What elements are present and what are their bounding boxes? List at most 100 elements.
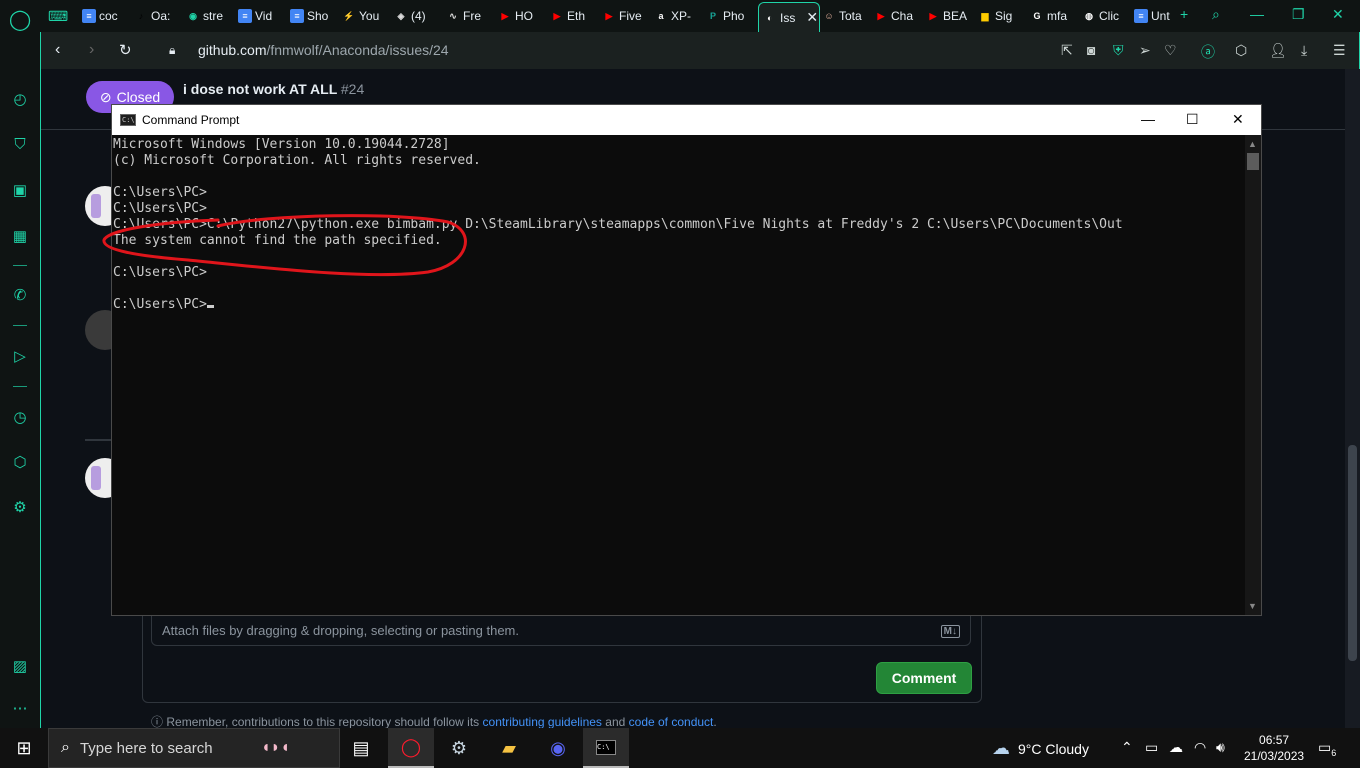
tab-15[interactable]: ☺ Tota [822,4,872,28]
speed-dial-icon[interactable]: ◴ [9,88,31,110]
youtube-icon: ▶ [553,10,561,21]
tab-8[interactable]: ∿ Fre [446,4,496,28]
volume-icon[interactable]: 🔊︎ [1216,739,1225,756]
scroll-up-icon[interactable]: ▲ [1248,139,1257,149]
tab-label: You [359,9,380,23]
show-hidden-icons-icon[interactable]: ⌃ [1121,739,1133,756]
flag-icon: ▆ [981,10,989,21]
url-field[interactable]: github.com/fnmwolf/Anaconda/issues/24 [198,42,449,58]
cmd-scrollbar-thumb[interactable] [1247,153,1259,170]
tab-7[interactable]: ◈ (4) [394,4,444,28]
page-scrollbar[interactable] [1345,69,1360,728]
console-output[interactable]: Microsoft Windows [Version 10.0.19044.27… [113,137,1243,613]
tab-1[interactable]: ≡ coc [82,4,132,28]
cmd-titlebar[interactable]: C:\ Command Prompt — ☐ ✕ [112,105,1261,135]
globe-icon: ◍ [1085,10,1093,21]
cmd-minimize-icon[interactable]: — [1141,111,1155,127]
minimize-icon[interactable]: — [1250,6,1264,22]
shield-icon[interactable]: ⛨ [1113,42,1124,59]
settings-icon[interactable]: ⚙ [9,496,31,518]
tab-14[interactable]: ◐ Iss ✕ [758,2,820,32]
tab-21[interactable]: ≡ Unt [1134,4,1184,28]
stream-icon: ◉ [189,10,197,21]
amazon-icon: a [658,11,664,21]
more-icon[interactable]: ⋯ [9,697,31,719]
cmd-close-icon[interactable]: ✕ [1232,111,1244,128]
meet-icon[interactable]: ▭ [1145,739,1158,756]
extensions-icon[interactable]: ⬡ [1235,42,1247,59]
tab-label: Unt [1151,9,1170,23]
doc-icon: ≡ [238,9,252,23]
cmd-taskbar-icon[interactable]: C:\ [583,728,629,768]
attach-files-area[interactable]: Attach files by dragging & dropping, sel… [151,614,971,646]
cube-icon[interactable]: ⬡ [9,451,31,473]
opera-taskbar-icon[interactable]: ◯ [388,728,434,768]
task-view-icon[interactable]: ▤ [338,728,384,768]
twitch-icon[interactable]: ▣ [9,179,31,201]
close-tab-icon[interactable]: ✕ [806,9,818,26]
onedrive-icon[interactable]: ☁ [1169,739,1183,756]
tab-4[interactable]: ≡ Vid [238,4,288,28]
scroll-down-icon[interactable]: ▼ [1248,601,1257,611]
cmd-scrollbar[interactable]: ▲ ▼ [1245,135,1261,615]
contributing-guidelines-link[interactable]: contributing guidelines [483,715,602,729]
cmd-maximize-icon[interactable]: ☐ [1186,111,1199,128]
profile-icon[interactable]: 👤︎ [1269,42,1287,59]
tab-13[interactable]: P Pho [706,4,756,28]
tab-19[interactable]: Gmfa [1030,4,1080,28]
status-label: Closed [116,89,161,105]
menu-icon[interactable]: ☰ [1333,42,1346,59]
tab-2[interactable]: ♪ Oa: [134,4,184,28]
tab-label: Cha [891,9,914,23]
news-icon[interactable]: ▦ [9,225,31,247]
tab-16[interactable]: ▶ Cha [874,4,924,28]
sidebar-separator [13,386,27,387]
tab-3[interactable]: ◉ stre [186,4,236,28]
tab-5[interactable]: ≡ Sho [290,4,340,28]
close-window-icon[interactable]: ✕ [1332,6,1344,23]
send-icon[interactable]: ➢ [1139,42,1151,59]
tab-search-icon[interactable]: ⌕ [1212,6,1220,23]
opera-logo-icon[interactable]: ◯ [9,8,31,31]
reload-icon[interactable]: ↻ [119,41,132,59]
tab-9[interactable]: ▶ HO [498,4,548,28]
scrollbar-thumb[interactable] [1348,445,1357,661]
code-of-conduct-link[interactable]: code of conduct [629,715,714,729]
command-prompt-window[interactable]: C:\ Command Prompt — ☐ ✕ Microsoft Windo… [111,104,1262,616]
tab-11[interactable]: ▶ Five [602,4,652,28]
player-icon[interactable]: ▷ [9,345,31,367]
taskbar-search[interactable]: ⌕ Type here to search ◖◗◖ [48,728,340,768]
new-tab-button[interactable]: + [1180,6,1188,22]
share-icon[interactable]: ⇱ [1061,42,1073,59]
discord-icon[interactable]: ◉ [535,728,581,768]
tab-12[interactable]: a XP- [654,4,704,28]
tab-6[interactable]: ⚡ You [342,4,392,28]
history-icon[interactable]: ◷ [9,406,31,428]
clock[interactable]: 06:57 21/03/2023 [1244,732,1304,764]
steam-icon[interactable]: ⚙ [436,728,482,768]
tab-18[interactable]: ▆ Sig [978,4,1028,28]
tab-17[interactable]: ▶ BEA [926,4,976,28]
clock-date: 21/03/2023 [1244,749,1305,763]
tab-gaming[interactable]: ⌨ [48,4,68,28]
aria-icon[interactable]: ⓐ [1201,42,1215,62]
back-icon[interactable]: ‹ [55,41,60,59]
windows-start-icon[interactable]: ⊞ [0,728,48,768]
forward-icon[interactable]: › [89,41,94,59]
shopping-icon[interactable]: ⛉ [9,133,31,155]
tab-20[interactable]: ◍ Clic [1082,4,1132,28]
whatsapp-icon[interactable]: ✆ [9,284,31,306]
gallery-icon[interactable]: ▨ [9,655,31,677]
download-icon[interactable]: ⤓ [1301,42,1307,59]
tab-10[interactable]: ▶ Eth [550,4,600,28]
comment-button[interactable]: Comment [876,662,972,694]
tab-label: Clic [1099,9,1119,23]
heart-icon[interactable]: ♡ [1164,42,1177,59]
camera-icon[interactable]: ◙ [1087,42,1095,58]
notification-icon[interactable]: ▭6 [1318,739,1336,758]
restore-icon[interactable]: ❐ [1292,6,1305,23]
file-explorer-icon[interactable]: ▰ [486,728,532,768]
wifi-icon[interactable]: ◠ [1194,739,1206,756]
weather-widget[interactable]: ☁ 9°C Cloudy [992,738,1089,759]
